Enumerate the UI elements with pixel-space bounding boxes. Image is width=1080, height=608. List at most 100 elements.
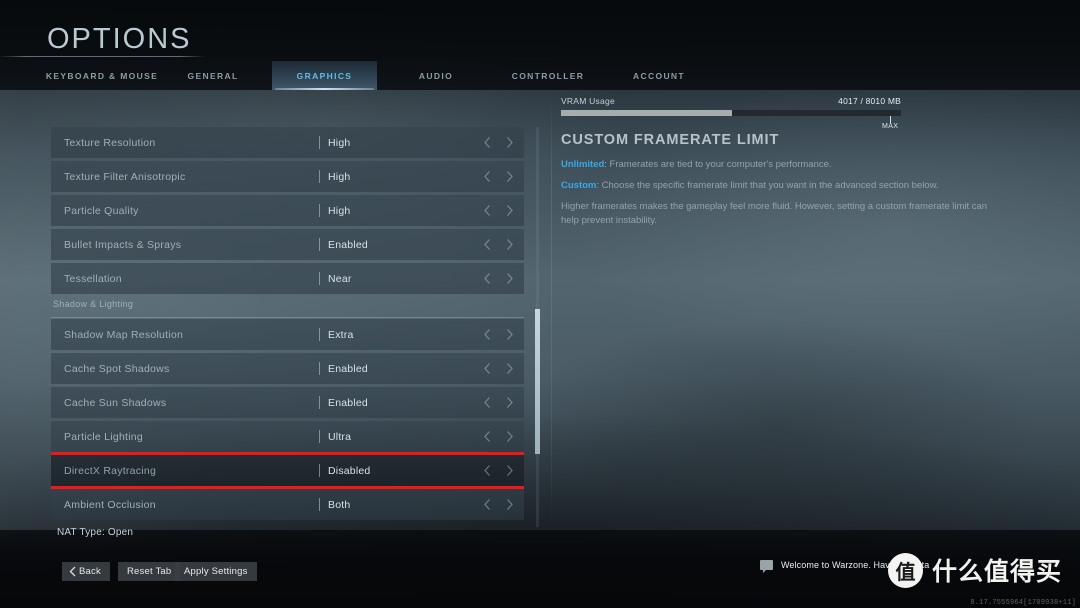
setting-row[interactable]: Texture Resolution High (51, 127, 524, 158)
reset-tab-button[interactable]: Reset Tab (118, 562, 181, 581)
setting-arrows (483, 396, 514, 409)
tab-graphics[interactable]: GRAPHICS (272, 61, 377, 90)
setting-value: Extra (328, 328, 354, 341)
vram-usage-fill (561, 110, 732, 116)
setting-row[interactable]: Bullet Impacts & Sprays Enabled (51, 229, 524, 260)
setting-row[interactable]: Particle Quality High (51, 195, 524, 226)
chevron-left-icon[interactable] (483, 238, 492, 251)
header-bar: OPTIONS KEYBOARD & MOUSE GENERAL GRAPHICS A… (0, 0, 1080, 90)
chevron-left-icon[interactable] (483, 464, 492, 477)
title-underline (0, 56, 205, 57)
tab-label: AUDIO (418, 70, 454, 81)
apply-settings-button-label: Apply Settings (184, 566, 248, 577)
setting-value: High (328, 136, 351, 149)
chevron-right-icon[interactable] (505, 136, 514, 149)
tab-bar: KEYBOARD & MOUSE GENERAL GRAPHICS AUDIO CONT… (0, 61, 1080, 90)
setting-arrows (483, 272, 514, 285)
setting-value: Enabled (328, 238, 368, 251)
chevron-right-icon[interactable] (505, 498, 514, 511)
chevron-left-icon[interactable] (483, 328, 492, 341)
chevron-right-icon[interactable] (505, 396, 514, 409)
setting-row[interactable]: Shadow Map Resolution Extra (51, 319, 524, 350)
setting-label: Texture Resolution (64, 136, 156, 149)
tab-account[interactable]: ACCOUNT (623, 61, 695, 90)
chevron-left-icon[interactable] (483, 498, 492, 511)
setting-arrows (483, 170, 514, 183)
setting-separator (319, 328, 320, 341)
setting-separator (319, 396, 320, 409)
chevron-right-icon[interactable] (505, 362, 514, 375)
tab-controller[interactable]: CONTROLLER (505, 61, 591, 90)
chevron-left-icon[interactable] (483, 204, 492, 217)
tab-label: GRAPHICS (296, 70, 353, 81)
settings-section-header: Shadow & Lighting (51, 299, 524, 318)
chevron-right-icon[interactable] (505, 170, 514, 183)
setting-label: Bullet Impacts & Sprays (64, 238, 182, 251)
setting-label: Particle Lighting (64, 430, 143, 443)
setting-arrows (483, 204, 514, 217)
tab-label: CONTROLLER (511, 70, 585, 81)
chevron-left-icon[interactable] (483, 430, 492, 443)
setting-value: Enabled (328, 396, 368, 409)
setting-arrows (483, 136, 514, 149)
chevron-left-icon[interactable] (483, 136, 492, 149)
chevron-right-icon[interactable] (505, 272, 514, 285)
setting-label: Particle Quality (64, 204, 139, 217)
setting-value: Enabled (328, 362, 368, 375)
chevron-left-icon[interactable] (483, 272, 492, 285)
setting-value: Disabled (328, 464, 371, 477)
setting-arrows (483, 430, 514, 443)
nat-type-status: NAT Type: Open (57, 527, 134, 538)
setting-separator (319, 362, 320, 375)
setting-arrows (483, 498, 514, 511)
chevron-right-icon[interactable] (505, 328, 514, 341)
tab-label: GENERAL (187, 70, 239, 81)
settings-list[interactable]: Texture Resolution High Texture Filter Ani… (51, 127, 524, 527)
back-button-label: Back (79, 566, 101, 577)
setting-arrows (483, 362, 514, 375)
settings-scrollbar-thumb[interactable] (535, 309, 540, 454)
tab-keyboard-mouse[interactable]: KEYBOARD & MOUSE (36, 61, 168, 90)
setting-label: Cache Sun Shadows (64, 396, 167, 409)
info-paragraph-unlimited: Unlimited: Framerates are tied to your c… (561, 158, 1001, 172)
chat-bubble-icon (760, 560, 773, 570)
info-paragraph-custom-text: : Choose the specific framerate limit th… (596, 180, 939, 191)
page-title: OPTIONS (47, 23, 192, 55)
tab-label: ACCOUNT (633, 70, 685, 81)
chevron-right-icon[interactable] (505, 238, 514, 251)
info-panel-title: CUSTOM FRAMERATE LIMIT (561, 132, 780, 148)
setting-value: Both (328, 498, 351, 511)
setting-row[interactable]: Particle Lighting Ultra (51, 421, 524, 452)
chevron-left-icon[interactable] (483, 170, 492, 183)
info-paragraph-custom: Custom: Choose the specific framerate li… (561, 179, 1001, 193)
setting-row[interactable]: Cache Spot Shadows Enabled (51, 353, 524, 384)
keyword-custom: Custom (561, 180, 597, 191)
chevron-left-icon[interactable] (483, 362, 492, 375)
setting-arrows (483, 238, 514, 251)
setting-value: Ultra (328, 430, 352, 443)
vram-usage-value: 4017 / 8010 MB (838, 96, 901, 106)
setting-label: Tessellation (64, 272, 122, 285)
chevron-right-icon[interactable] (505, 430, 514, 443)
chevron-right-icon[interactable] (505, 204, 514, 217)
setting-row[interactable]: DirectX Raytracing Disabled (51, 452, 524, 489)
vram-max-tick (890, 116, 891, 123)
setting-row[interactable]: Tessellation Near (51, 263, 524, 294)
setting-label: Cache Spot Shadows (64, 362, 170, 375)
setting-row[interactable]: Cache Sun Shadows Enabled (51, 387, 524, 418)
tab-audio[interactable]: AUDIO (405, 61, 467, 90)
setting-label: DirectX Raytracing (64, 464, 157, 477)
apply-settings-button[interactable]: Apply Settings (175, 562, 257, 581)
vram-usage-label: VRAM Usage (561, 96, 615, 106)
setting-separator (319, 498, 320, 511)
tab-general[interactable]: GENERAL (175, 61, 251, 90)
back-button[interactable]: Back (62, 562, 110, 581)
chevron-right-icon[interactable] (505, 464, 514, 477)
setting-value: High (328, 204, 351, 217)
vram-max-label: MAX (882, 123, 899, 130)
chevron-left-icon[interactable] (483, 396, 492, 409)
setting-row[interactable]: Ambient Occlusion Both (51, 489, 524, 520)
reset-tab-button-label: Reset Tab (127, 566, 172, 577)
setting-row[interactable]: Texture Filter Anisotropic High (51, 161, 524, 192)
setting-separator (319, 272, 320, 285)
